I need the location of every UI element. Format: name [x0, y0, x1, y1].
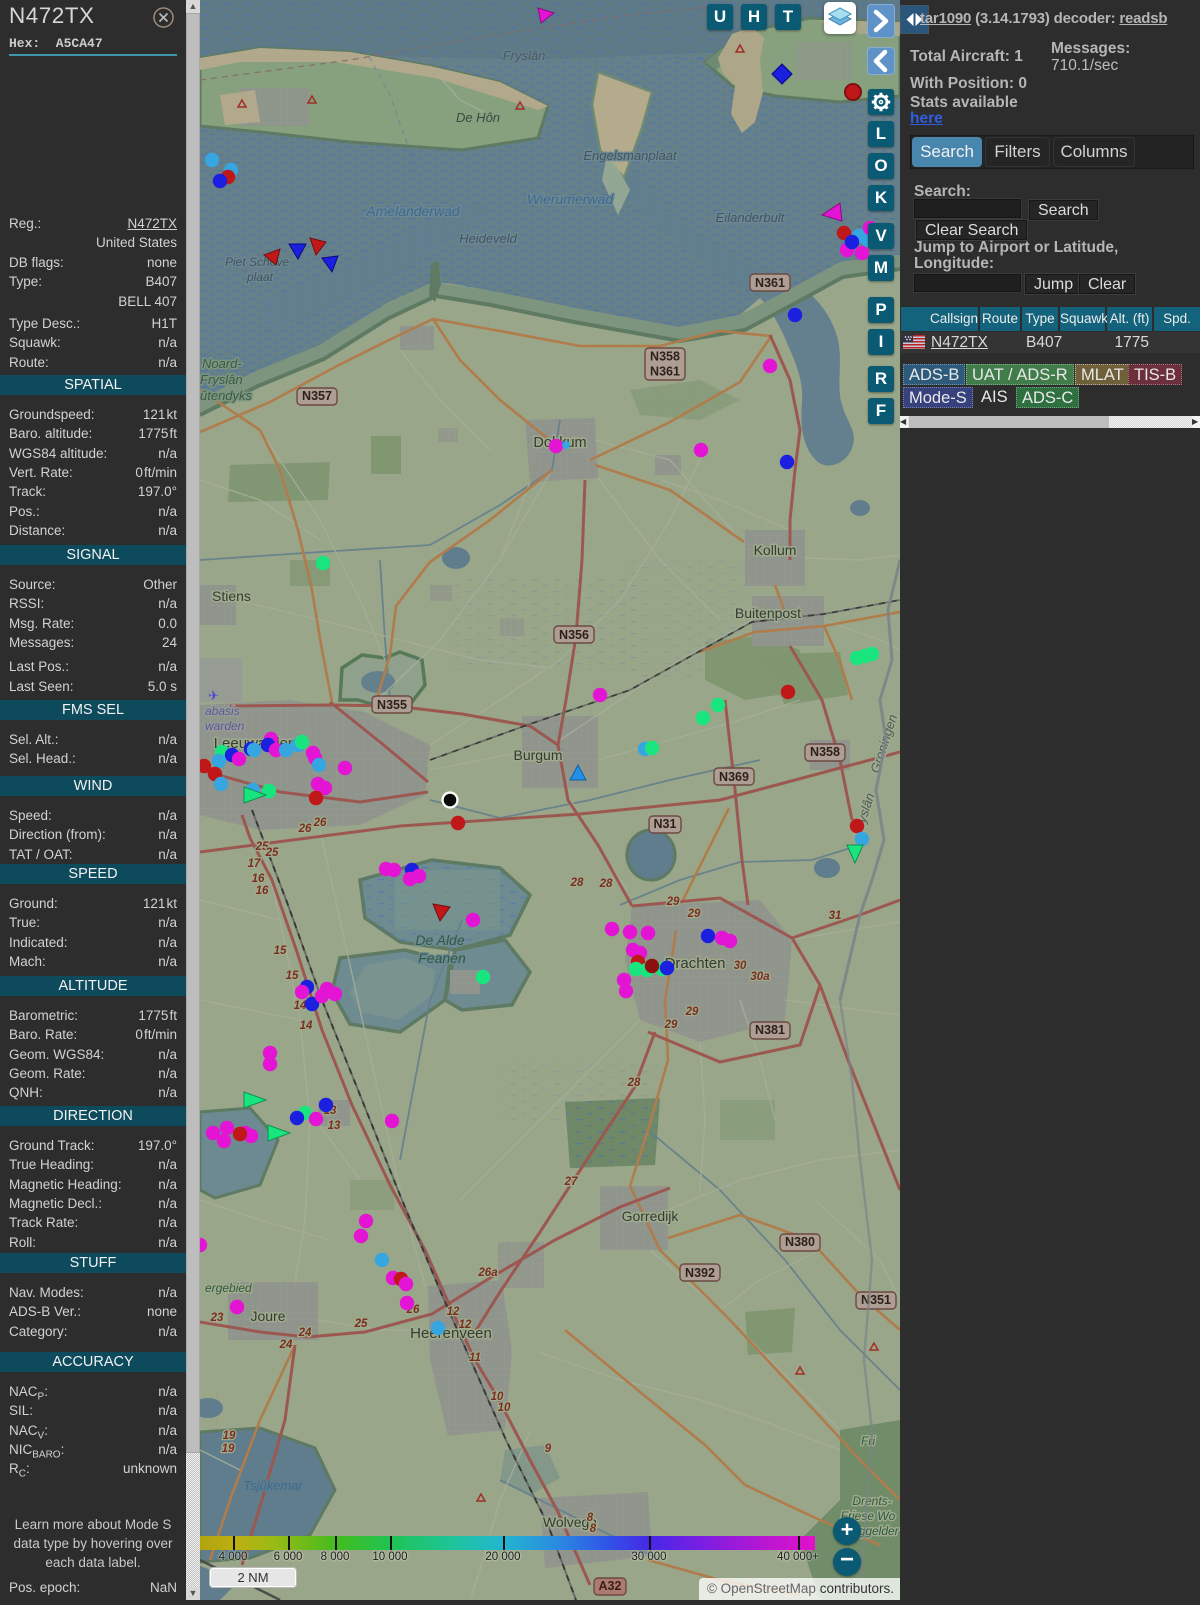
svg-text:Engelsmanplaat: Engelsmanplaat — [583, 148, 678, 163]
svg-text:Tsjûkemar: Tsjûkemar — [243, 1478, 303, 1493]
svg-text:12: 12 — [447, 1306, 460, 1318]
svg-text:warden: warden — [205, 719, 245, 733]
svg-text:8: 8 — [590, 1523, 597, 1535]
svg-text:11: 11 — [469, 1352, 481, 1364]
svg-text:23: 23 — [210, 1312, 224, 1324]
svg-text:N357: N357 — [302, 389, 332, 403]
svg-text:N356: N356 — [559, 628, 589, 642]
svg-text:N392: N392 — [685, 1266, 715, 1280]
svg-text:N355: N355 — [377, 698, 407, 712]
svg-text:N358: N358 — [810, 745, 840, 759]
svg-text:28: 28 — [627, 1077, 641, 1089]
svg-text:29: 29 — [666, 896, 680, 908]
svg-text:Piet Scheve: Piet Scheve — [225, 255, 289, 269]
svg-text:Fryslân: Fryslân — [200, 372, 243, 387]
svg-text:Noard-: Noard- — [202, 356, 242, 371]
svg-text:✈: ✈ — [208, 688, 219, 703]
svg-text:31: 31 — [829, 910, 842, 922]
svg-text:24: 24 — [298, 1327, 312, 1339]
svg-text:De Alde: De Alde — [415, 932, 465, 948]
svg-text:19: 19 — [222, 1443, 235, 1455]
svg-text:Heerenveen: Heerenveen — [410, 1325, 492, 1342]
svg-text:N31: N31 — [654, 817, 677, 831]
svg-text:Amelanderwad: Amelanderwad — [365, 203, 461, 219]
svg-text:N358: N358 — [650, 350, 680, 364]
svg-text:30: 30 — [734, 960, 747, 972]
svg-text:9: 9 — [545, 1443, 552, 1455]
svg-text:14: 14 — [294, 1000, 307, 1012]
svg-text:ergebied: ergebied — [205, 1281, 252, 1295]
svg-text:12: 12 — [459, 1319, 472, 1331]
svg-text:Buitenpost: Buitenpost — [735, 605, 801, 621]
svg-text:N351: N351 — [861, 1293, 891, 1307]
svg-text:Stiens: Stiens — [212, 588, 251, 604]
svg-text:Joure: Joure — [250, 1308, 285, 1324]
svg-text:28: 28 — [570, 877, 584, 889]
svg-text:Drents-: Drents- — [852, 1494, 891, 1508]
svg-text:19: 19 — [223, 1430, 236, 1442]
svg-text:Fri: Fri — [861, 1434, 875, 1448]
svg-text:13: 13 — [328, 1120, 341, 1132]
svg-text:De Hôn: De Hôn — [456, 110, 500, 125]
svg-text:15: 15 — [274, 945, 287, 957]
svg-text:plaat: plaat — [246, 270, 274, 284]
svg-text:26a: 26a — [477, 1267, 498, 1279]
svg-text:Eilanderbult: Eilanderbult — [716, 210, 786, 225]
svg-text:abasis: abasis — [205, 704, 240, 718]
svg-text:17: 17 — [248, 858, 261, 870]
svg-text:A32: A32 — [599, 1579, 622, 1593]
svg-text:Heideveld: Heideveld — [459, 231, 518, 246]
svg-text:Kollum: Kollum — [754, 542, 797, 558]
svg-text:N361: N361 — [755, 276, 785, 290]
svg-text:14: 14 — [300, 1020, 313, 1032]
svg-text:25: 25 — [354, 1318, 368, 1330]
svg-text:N380: N380 — [785, 1235, 815, 1249]
svg-text:24: 24 — [279, 1339, 293, 1351]
svg-text:27: 27 — [564, 1176, 578, 1188]
svg-text:29: 29 — [685, 1006, 699, 1018]
svg-text:30a: 30a — [750, 971, 770, 983]
svg-text:Burgum: Burgum — [513, 747, 562, 763]
svg-text:N381: N381 — [755, 1023, 785, 1037]
svg-text:26: 26 — [313, 817, 327, 829]
svg-text:25: 25 — [265, 847, 279, 859]
svg-text:Gorredijk: Gorredijk — [622, 1208, 680, 1224]
svg-text:ûtendyks: ûtendyks — [200, 388, 253, 403]
svg-text:16: 16 — [256, 885, 269, 897]
svg-text:28: 28 — [599, 878, 613, 890]
svg-text:N369: N369 — [719, 770, 749, 784]
svg-text:15: 15 — [286, 970, 299, 982]
svg-text:16: 16 — [252, 873, 265, 885]
svg-text:26: 26 — [298, 823, 312, 835]
svg-text:N361: N361 — [650, 365, 680, 379]
svg-text:10: 10 — [498, 1402, 511, 1414]
svg-text:29: 29 — [664, 1019, 678, 1031]
svg-text:Wierumerwad: Wierumerwad — [527, 191, 614, 207]
svg-text:29: 29 — [687, 908, 701, 920]
svg-text:Feanen: Feanen — [418, 950, 466, 966]
svg-text:Fryslân: Fryslân — [503, 48, 546, 63]
